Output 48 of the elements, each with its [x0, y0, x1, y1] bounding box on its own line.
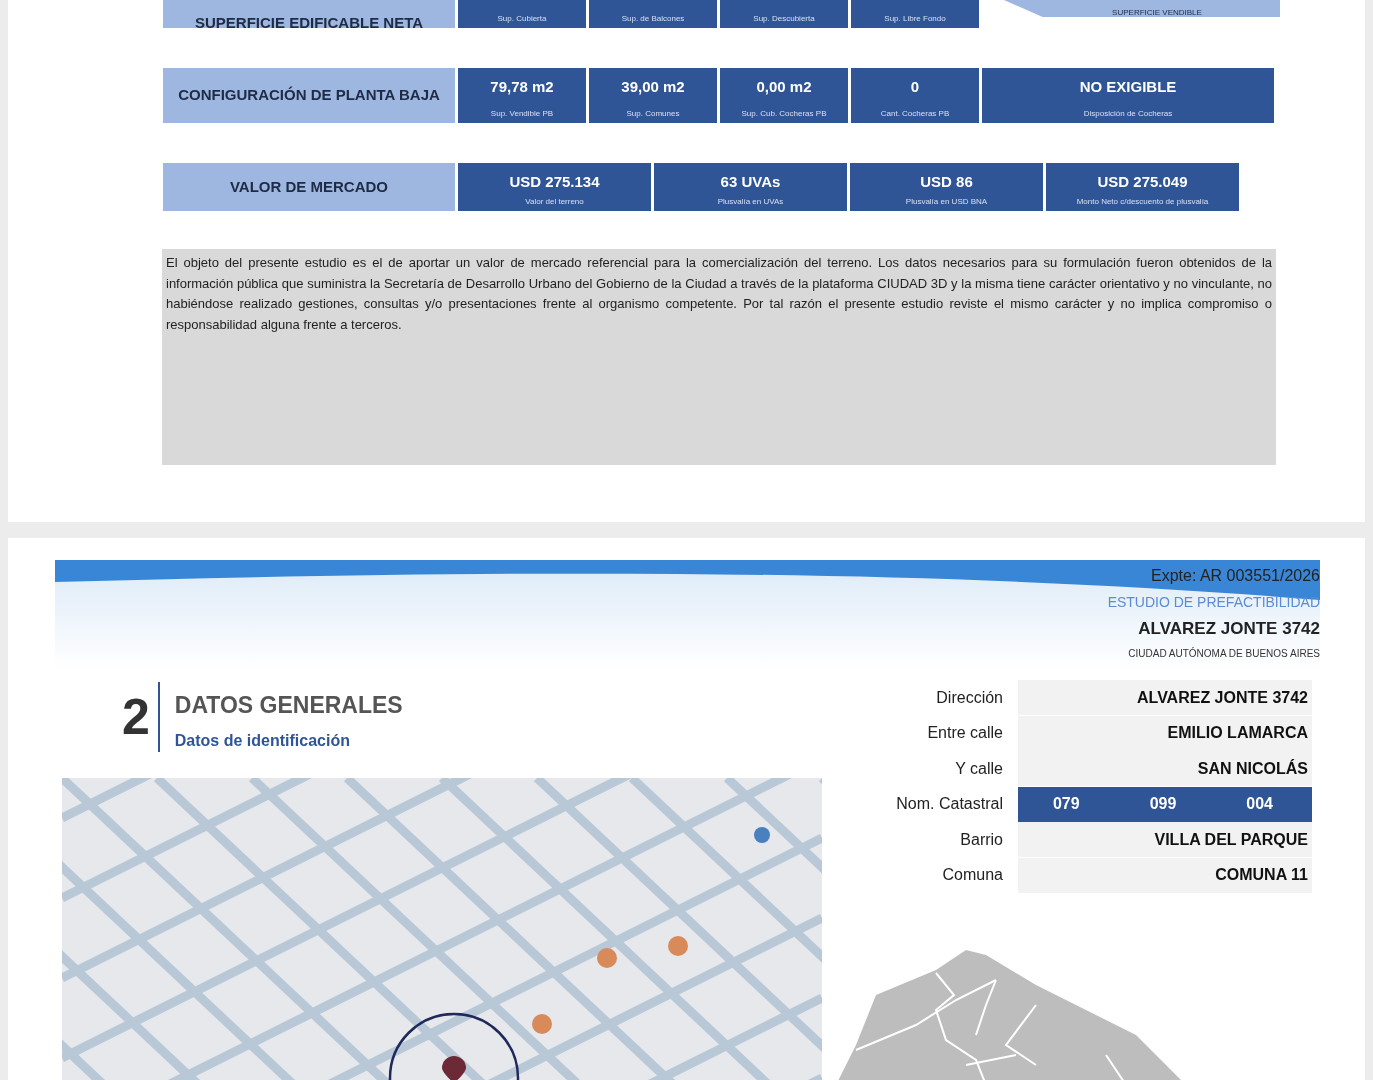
value-text: 39,00 m2 [621, 77, 685, 97]
section-subtitle: Datos de identificación [174, 730, 351, 751]
caption-text: Sup. de Balcones [621, 13, 685, 25]
caption-text: Sup. Cubierta [497, 13, 547, 25]
section-number: 2 [122, 682, 160, 752]
field-value: ALVAREZ JONTE 3742 [1137, 687, 1308, 708]
value-text: 79,78 m2 [490, 77, 554, 97]
field-label: Y calle [954, 758, 1004, 779]
city-name: CIUDAD AUTÓNOMA DE BUENOS AIRES [1127, 646, 1320, 661]
caption-text: Plusvalía en UVAs [717, 196, 784, 208]
caption-text: Cant. Cocheras PB [880, 108, 950, 120]
caption-text: Sup. Comunes [626, 108, 680, 120]
value-text: 004 [1246, 794, 1273, 815]
caption-text: Plusvalía en USD BNA [905, 196, 988, 208]
field-label: Dirección [935, 687, 1004, 708]
caption-text: Monto Neto c/descuento de plusvalía [1076, 196, 1209, 208]
field-label: Nom. Catastral [895, 794, 1004, 815]
tag-text: SUPERFICIE VENDIBLE [1112, 8, 1202, 17]
value-text: USD 275.049 [1097, 172, 1188, 192]
value-text: 099 [1149, 794, 1177, 815]
row-label: VALOR DE MERCADO [229, 176, 389, 197]
disclaimer-text: El objeto del presente estudio es el de aportar un valor de mercado referencial para la comercialización del terreno. Los datos necesarios para su formulación fueron obtenidos de la información pública que suministra la Secretaría de Desarrollo Urbano del Gobierno de la Ciudad a través de la plataforma CIUDAD 3D y la misma tiene carácter orientativo y no vinculante, no habiéndose realizado gestiones, consultas y/o presentaciones frente al organismo competente. Por tal razón el presente estudio reviste el mismo carácter y no implica compromiso o responsabilidad alguna frente a terceros. [162, 249, 1276, 465]
field-label: Comuna [941, 865, 1004, 886]
caption-text: Valor del terreno [525, 196, 584, 208]
field-value: EMILIO LAMARCA [1167, 723, 1308, 744]
caption-text: Sup. Libre Fondo [884, 13, 946, 25]
field-label: Barrio [959, 829, 1004, 850]
row-label: SUPERFICIE EDIFICABLE NETA [194, 18, 424, 28]
row-label: CONFIGURACIÓN DE PLANTA BAJA [178, 85, 440, 106]
field-value: SAN NICOLÁS [1197, 758, 1308, 779]
value-text: NO EXIGIBLE [1079, 77, 1177, 97]
caption-text: Sup. Cub. Cocheras PB [741, 108, 827, 120]
section-title: DATOS GENERALES [174, 691, 403, 720]
address-title: ALVAREZ JONTE 3742 [1137, 618, 1320, 640]
caption-text: Disposición de Cocheras [1083, 108, 1173, 120]
value-text: USD 275.134 [509, 172, 600, 192]
field-label: Entre calle [926, 723, 1004, 744]
study-title: ESTUDIO DE PREFACTIBILIDAD [1106, 593, 1320, 612]
field-value: COMUNA 11 [1215, 865, 1308, 886]
file-number: Expte: AR 003551/2026 [1149, 566, 1320, 586]
caption-text: Sup. Vendible PB [490, 108, 554, 120]
field-value: VILLA DEL PARQUE [1154, 829, 1308, 850]
value-text: 0 [910, 77, 920, 97]
value-text: 079 [1052, 794, 1080, 815]
caption-text: Sup. Descubierta [753, 13, 815, 25]
value-text: 0,00 m2 [756, 77, 812, 97]
value-text: USD 86 [920, 172, 973, 192]
value-text: 63 UVAs [720, 172, 781, 192]
